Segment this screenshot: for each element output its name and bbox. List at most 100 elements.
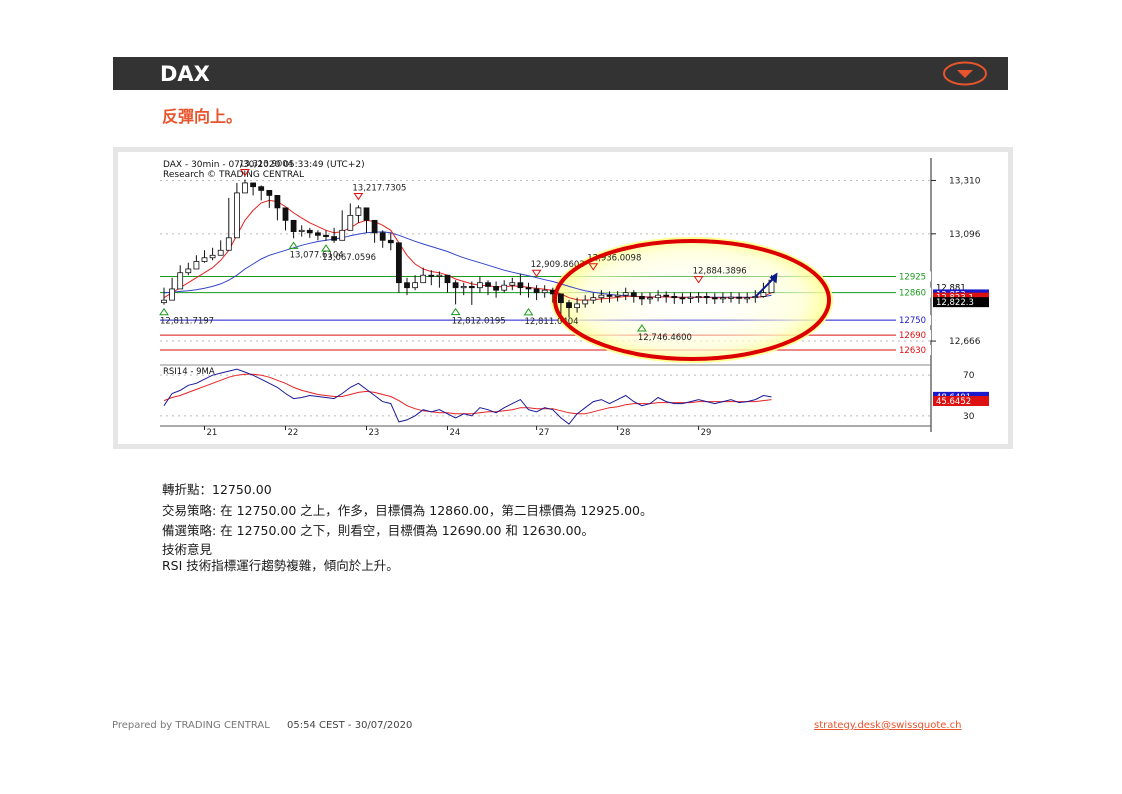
candle-body <box>630 292 637 297</box>
contact-email-link[interactable]: strategy.desk@swissquote.ch <box>814 720 961 731</box>
candle-body <box>679 297 686 300</box>
swing-high-label: 12,884.3896 <box>693 267 747 277</box>
swing-high-marker <box>531 269 542 278</box>
candle-body <box>201 257 208 262</box>
candle-body <box>395 242 402 284</box>
time-tick-label: 28 <box>620 428 631 438</box>
candle-body <box>760 292 767 297</box>
swing-low-label: 12,812.0195 <box>452 317 506 327</box>
chart-frame: DAX - 30min - 07/30/2020 05:33:49 (UTC+2… <box>113 147 1013 449</box>
candle-body <box>161 299 167 304</box>
candle-body <box>290 219 297 232</box>
candle-body <box>639 296 645 300</box>
candle <box>509 277 516 291</box>
candle-body <box>282 207 289 221</box>
candle <box>217 240 224 256</box>
candle <box>412 275 419 291</box>
instrument-title: DAX <box>160 62 210 86</box>
candle-body <box>720 297 726 300</box>
strategy-text: 交易策略: 在 12750.00 之上，作多，目標價為 12860.00，第二目… <box>162 502 653 518</box>
candle-body <box>266 190 273 196</box>
level-label-12630: 12630 <box>899 346 926 356</box>
candle-body <box>258 186 265 191</box>
chart-area: DAX - 30min - 07/30/2020 05:33:49 (UTC+2… <box>118 152 1008 444</box>
candle-body <box>274 195 281 209</box>
candle-body <box>242 182 248 194</box>
down-triangle-in-ellipse-icon <box>943 61 987 86</box>
candle-body <box>412 282 419 289</box>
candle-body <box>209 254 216 259</box>
alternative-text: 備選策略: 在 12750.00 之下，則看空，目標價為 12690.00 和 … <box>162 523 594 538</box>
swing-high-marker <box>353 192 364 201</box>
candle <box>185 262 192 276</box>
candle <box>395 242 402 293</box>
candle-body <box>476 282 483 289</box>
candle <box>355 205 362 223</box>
prepared-by: Prepared by TRADING CENTRAL <box>112 720 270 731</box>
candle <box>331 227 338 243</box>
candle <box>250 182 257 196</box>
time-tick-label: 24 <box>450 428 461 438</box>
candle <box>541 285 548 298</box>
candle-body <box>647 297 653 300</box>
candle <box>371 219 378 243</box>
candle <box>501 280 508 293</box>
candle-body <box>314 232 321 236</box>
candle <box>290 219 297 239</box>
swing-low-marker <box>523 307 534 316</box>
price-tag-label: 12,822.3 <box>936 298 974 308</box>
candle <box>379 230 386 248</box>
pivot-text: 轉折點：12750.00 <box>162 482 272 497</box>
rsi-ma-line <box>163 373 772 415</box>
swing-high-label: 13,217.7305 <box>352 183 406 193</box>
price-tick-label: 12,666 <box>949 337 981 347</box>
analysis-notes: 轉折點：12750.00 交易策略: 在 12750.00 之上，作多，目標價為… <box>162 480 653 574</box>
candle <box>363 207 370 233</box>
candle-body <box>736 296 742 299</box>
candle <box>274 195 281 221</box>
candle-body <box>436 274 443 277</box>
swing-low-marker <box>450 307 461 316</box>
swing-low-label: 12,746.4600 <box>638 333 692 343</box>
level-label-12860: 12860 <box>899 289 926 299</box>
candle <box>193 255 200 270</box>
candle-body <box>217 249 224 256</box>
candle-body <box>541 289 548 294</box>
candle-body <box>347 214 354 231</box>
candle-body <box>582 299 589 305</box>
candle-body <box>225 237 232 251</box>
candle-body <box>493 286 500 291</box>
candle-body <box>687 296 694 299</box>
candle <box>387 232 394 251</box>
price-chart: DAX - 30min - 07/30/2020 05:33:49 (UTC+2… <box>159 158 989 438</box>
price-tick-label: 13,310 <box>949 176 981 186</box>
candle-body <box>509 282 516 286</box>
candle-body <box>614 294 621 297</box>
candle-body <box>655 294 661 299</box>
candle-body <box>557 293 564 304</box>
level-label-12925: 12925 <box>899 272 926 282</box>
candle-body <box>517 282 524 289</box>
candle-body <box>379 232 386 241</box>
level-label-12750: 12750 <box>899 316 926 326</box>
candle-body <box>695 296 702 299</box>
candle <box>201 250 208 263</box>
time-tick-label: 27 <box>539 428 550 438</box>
candle <box>258 185 265 201</box>
level-label-12690: 12690 <box>899 331 926 341</box>
candle <box>306 227 313 238</box>
candle-body <box>574 303 581 309</box>
report-time: 05:54 CEST - 30/07/2020 <box>286 720 413 731</box>
candle-body <box>744 297 751 300</box>
candle-body <box>501 284 508 291</box>
candle-body <box>306 229 313 234</box>
candle-body <box>323 234 329 237</box>
opinion-title: 技術意見 <box>162 541 213 557</box>
candle <box>225 197 232 251</box>
candle-body <box>169 288 175 301</box>
price-tick-label: 13,096 <box>949 230 981 240</box>
candle-body <box>444 274 451 284</box>
candle <box>209 247 216 261</box>
candle-body <box>671 296 678 299</box>
candle <box>266 190 273 208</box>
